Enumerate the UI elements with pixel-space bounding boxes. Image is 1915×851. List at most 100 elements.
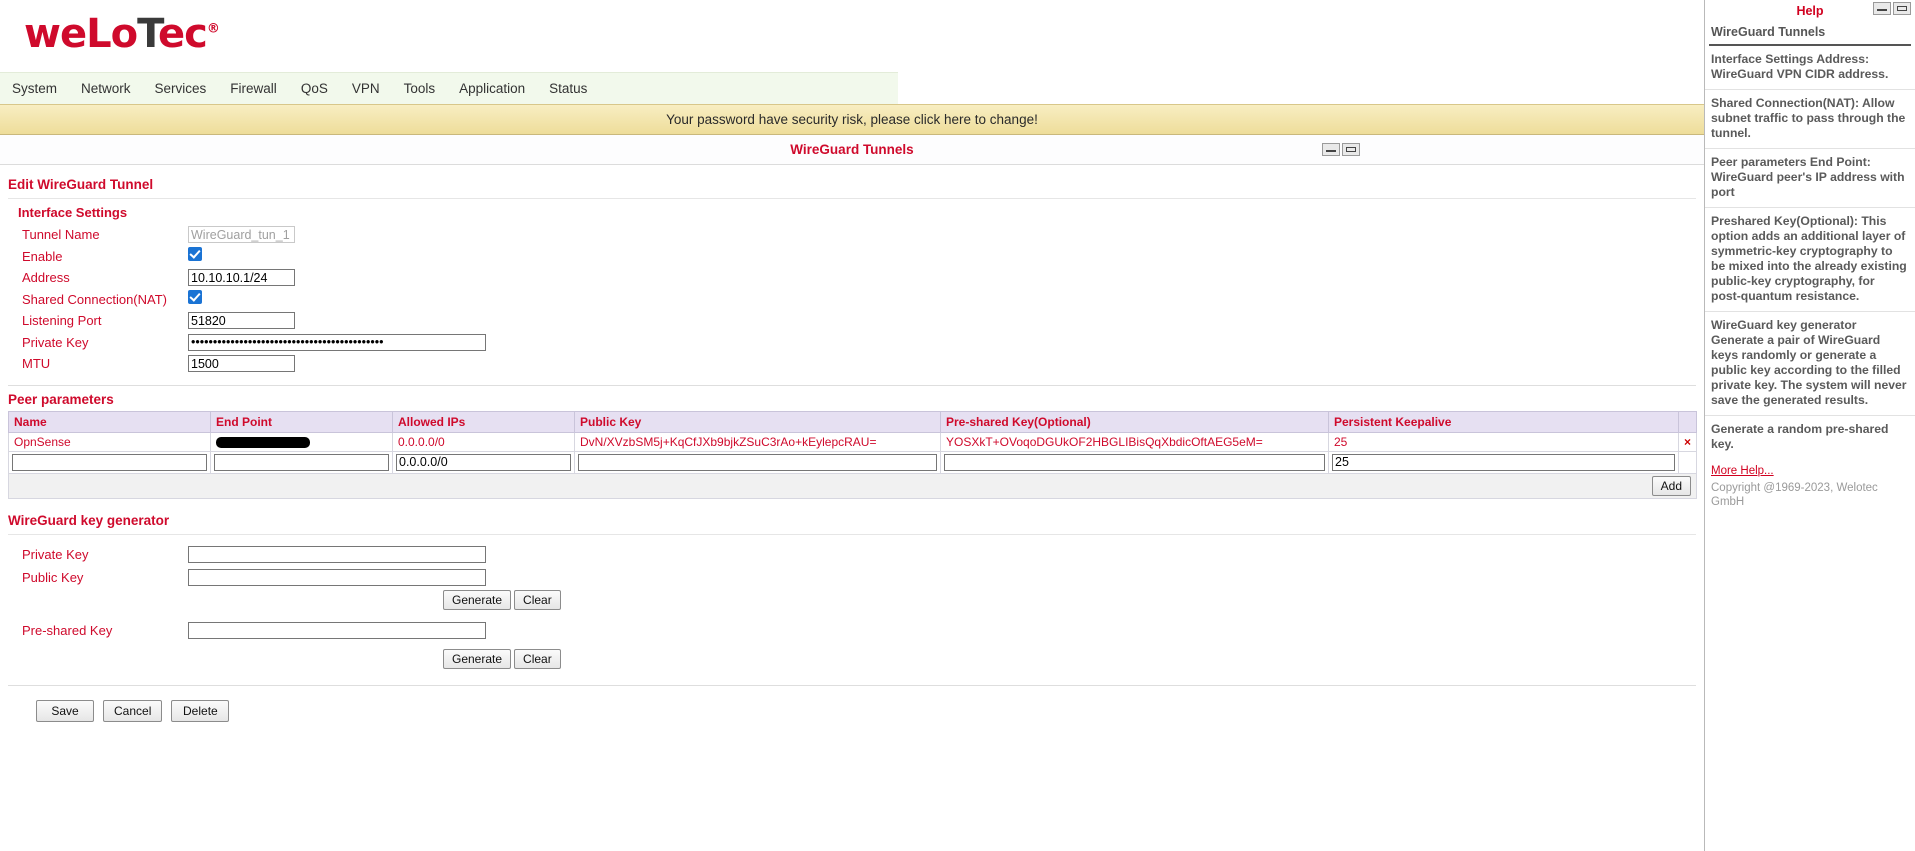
new-peer-name-input[interactable]	[12, 454, 207, 471]
cell-new-preshared-key	[941, 451, 1329, 473]
welotec-logo: weLoTec®	[24, 14, 1704, 54]
page-title: Edit WireGuard Tunnel	[0, 165, 1704, 196]
gen-preshared-buttons: Generate Clear	[0, 648, 1704, 671]
nav-item-system[interactable]: System	[0, 81, 69, 96]
nav-item-application[interactable]: Application	[447, 81, 537, 96]
redacted-endpoint-bar	[216, 437, 310, 448]
new-peer-preshared-key-input[interactable]	[944, 454, 1325, 471]
help-block-peer-parameters: Peer parameters End Point: WireGuard pee…	[1705, 149, 1915, 208]
generate-preshared-button[interactable]: Generate	[443, 649, 511, 669]
column-header-persistent-keepalive: Persistent Keepalive	[1329, 411, 1679, 432]
help-block-interface-settings: Interface Settings Address: WireGuard VP…	[1705, 46, 1915, 90]
logo-text-part2: T	[137, 11, 158, 57]
nav-item-vpn[interactable]: VPN	[340, 81, 392, 96]
column-header-preshared-key: Pre-shared Key(Optional)	[941, 411, 1329, 432]
gen-keypair-buttons: Generate Clear	[0, 589, 1704, 612]
listening-port-label: Listening Port	[22, 313, 188, 328]
key-generator-divider	[8, 534, 1696, 535]
panel-titlebar: WireGuard Tunnels	[0, 135, 1704, 165]
new-peer-public-key-input[interactable]	[578, 454, 937, 471]
column-header-delete	[1679, 411, 1697, 432]
generate-keypair-button[interactable]: Generate	[443, 590, 511, 610]
new-peer-keepalive-input[interactable]	[1332, 454, 1675, 471]
field-row-enable: Enable	[0, 246, 1704, 268]
enable-checkbox[interactable]	[188, 247, 202, 261]
app-window: weLoTec® System Network Services Firewal…	[0, 0, 1915, 851]
help-panel: Help WireGuard Tunnels Interface Setting…	[1704, 0, 1915, 851]
address-label: Address	[22, 270, 188, 285]
cell-peer-end-point	[211, 432, 393, 451]
help-maximize-icon[interactable]	[1893, 2, 1911, 15]
help-block-preshared-key: Preshared Key(Optional): This option add…	[1705, 208, 1915, 312]
column-header-public-key: Public Key	[575, 411, 941, 432]
peer-add-row: Add	[9, 473, 1697, 498]
clear-keypair-button[interactable]: Clear	[514, 590, 561, 610]
delete-button[interactable]: Delete	[171, 700, 229, 722]
mtu-input[interactable]	[188, 355, 295, 372]
gen-private-key-input[interactable]	[188, 546, 486, 563]
gen-public-key-input[interactable]	[188, 569, 486, 586]
field-row-tunnel-name: Tunnel Name	[0, 224, 1704, 246]
cell-new-public-key	[575, 451, 941, 473]
table-row: OpnSense 0.0.0.0/0 DvN/XVzbSM5j+KqCfJXb9…	[9, 432, 1697, 451]
more-help-link[interactable]: More Help...	[1705, 459, 1915, 479]
password-warning-banner[interactable]: Your password have security risk, please…	[0, 104, 1704, 135]
peer-table-wrapper: Name End Point Allowed IPs Public Key Pr…	[0, 411, 1704, 499]
help-window-controls	[1873, 2, 1911, 15]
maximize-icon[interactable]	[1342, 143, 1360, 156]
cell-peer-allowed-ips: 0.0.0.0/0	[393, 432, 575, 451]
private-key-label: Private Key	[22, 335, 188, 350]
column-header-allowed-ips: Allowed IPs	[393, 411, 575, 432]
gen-public-key-label: Public Key	[22, 570, 188, 585]
cell-new-end-point	[211, 451, 393, 473]
gen-row-preshared-key: Pre-shared Key	[0, 619, 1704, 642]
nav-item-status[interactable]: Status	[537, 81, 599, 96]
private-key-input[interactable]	[188, 334, 486, 351]
address-input[interactable]	[188, 269, 295, 286]
help-block-shared-nat: Shared Connection(NAT): Allow subnet tra…	[1705, 90, 1915, 149]
close-icon[interactable]: ×	[1684, 435, 1691, 449]
field-row-address: Address	[0, 267, 1704, 289]
tunnel-name-input[interactable]	[188, 226, 295, 243]
delete-peer-button[interactable]: ×	[1679, 432, 1697, 451]
help-subtitle: WireGuard Tunnels	[1705, 20, 1915, 44]
shared-nat-checkbox[interactable]	[188, 290, 202, 304]
nav-item-tools[interactable]: Tools	[392, 81, 448, 96]
mtu-label: MTU	[22, 356, 188, 371]
registered-mark: ®	[207, 22, 219, 37]
cell-peer-persistent-keepalive: 25	[1329, 432, 1679, 451]
cell-peer-public-key: DvN/XVzbSM5j+KqCfJXb9bjkZSuC3rAo+kEylepc…	[575, 432, 941, 451]
field-row-listening-port: Listening Port	[0, 310, 1704, 332]
nav-item-services[interactable]: Services	[143, 81, 219, 96]
logo-text-part3: ec	[158, 11, 207, 57]
logo-text-part1: weLo	[24, 11, 137, 57]
listening-port-input[interactable]	[188, 312, 295, 329]
password-warning-text: Your password have security risk, please…	[666, 112, 1038, 127]
peer-table-header-row: Name End Point Allowed IPs Public Key Pr…	[9, 411, 1697, 432]
interface-settings-title: Interface Settings	[0, 199, 1704, 224]
field-row-mtu: MTU	[0, 353, 1704, 375]
nav-item-network[interactable]: Network	[69, 81, 143, 96]
main-navbar: System Network Services Firewall QoS VPN…	[0, 72, 898, 104]
cancel-button[interactable]: Cancel	[103, 700, 162, 722]
cell-new-delete	[1679, 451, 1697, 473]
panel-title: WireGuard Tunnels	[790, 142, 913, 157]
help-block-random-preshared: Generate a random pre-shared key.	[1705, 416, 1915, 459]
nav-item-qos[interactable]: QoS	[289, 81, 340, 96]
minimize-icon[interactable]	[1322, 143, 1340, 156]
save-button[interactable]: Save	[36, 700, 94, 722]
clear-preshared-button[interactable]: Clear	[514, 649, 561, 669]
logo-bar: weLoTec®	[0, 0, 1704, 72]
peer-new-row	[9, 451, 1697, 473]
key-generator-title: WireGuard key generator	[0, 499, 1704, 532]
nav-item-firewall[interactable]: Firewall	[218, 81, 289, 96]
gen-preshared-key-input[interactable]	[188, 622, 486, 639]
footer-actions: Save Cancel Delete	[0, 686, 1704, 722]
tunnel-name-label: Tunnel Name	[22, 227, 188, 242]
help-minimize-icon[interactable]	[1873, 2, 1891, 15]
new-peer-allowed-ips-input[interactable]	[396, 454, 571, 471]
new-peer-endpoint-input[interactable]	[214, 454, 389, 471]
add-peer-button[interactable]: Add	[1652, 476, 1691, 496]
cell-new-keepalive	[1329, 451, 1679, 473]
shared-nat-label: Shared Connection(NAT)	[22, 292, 188, 307]
